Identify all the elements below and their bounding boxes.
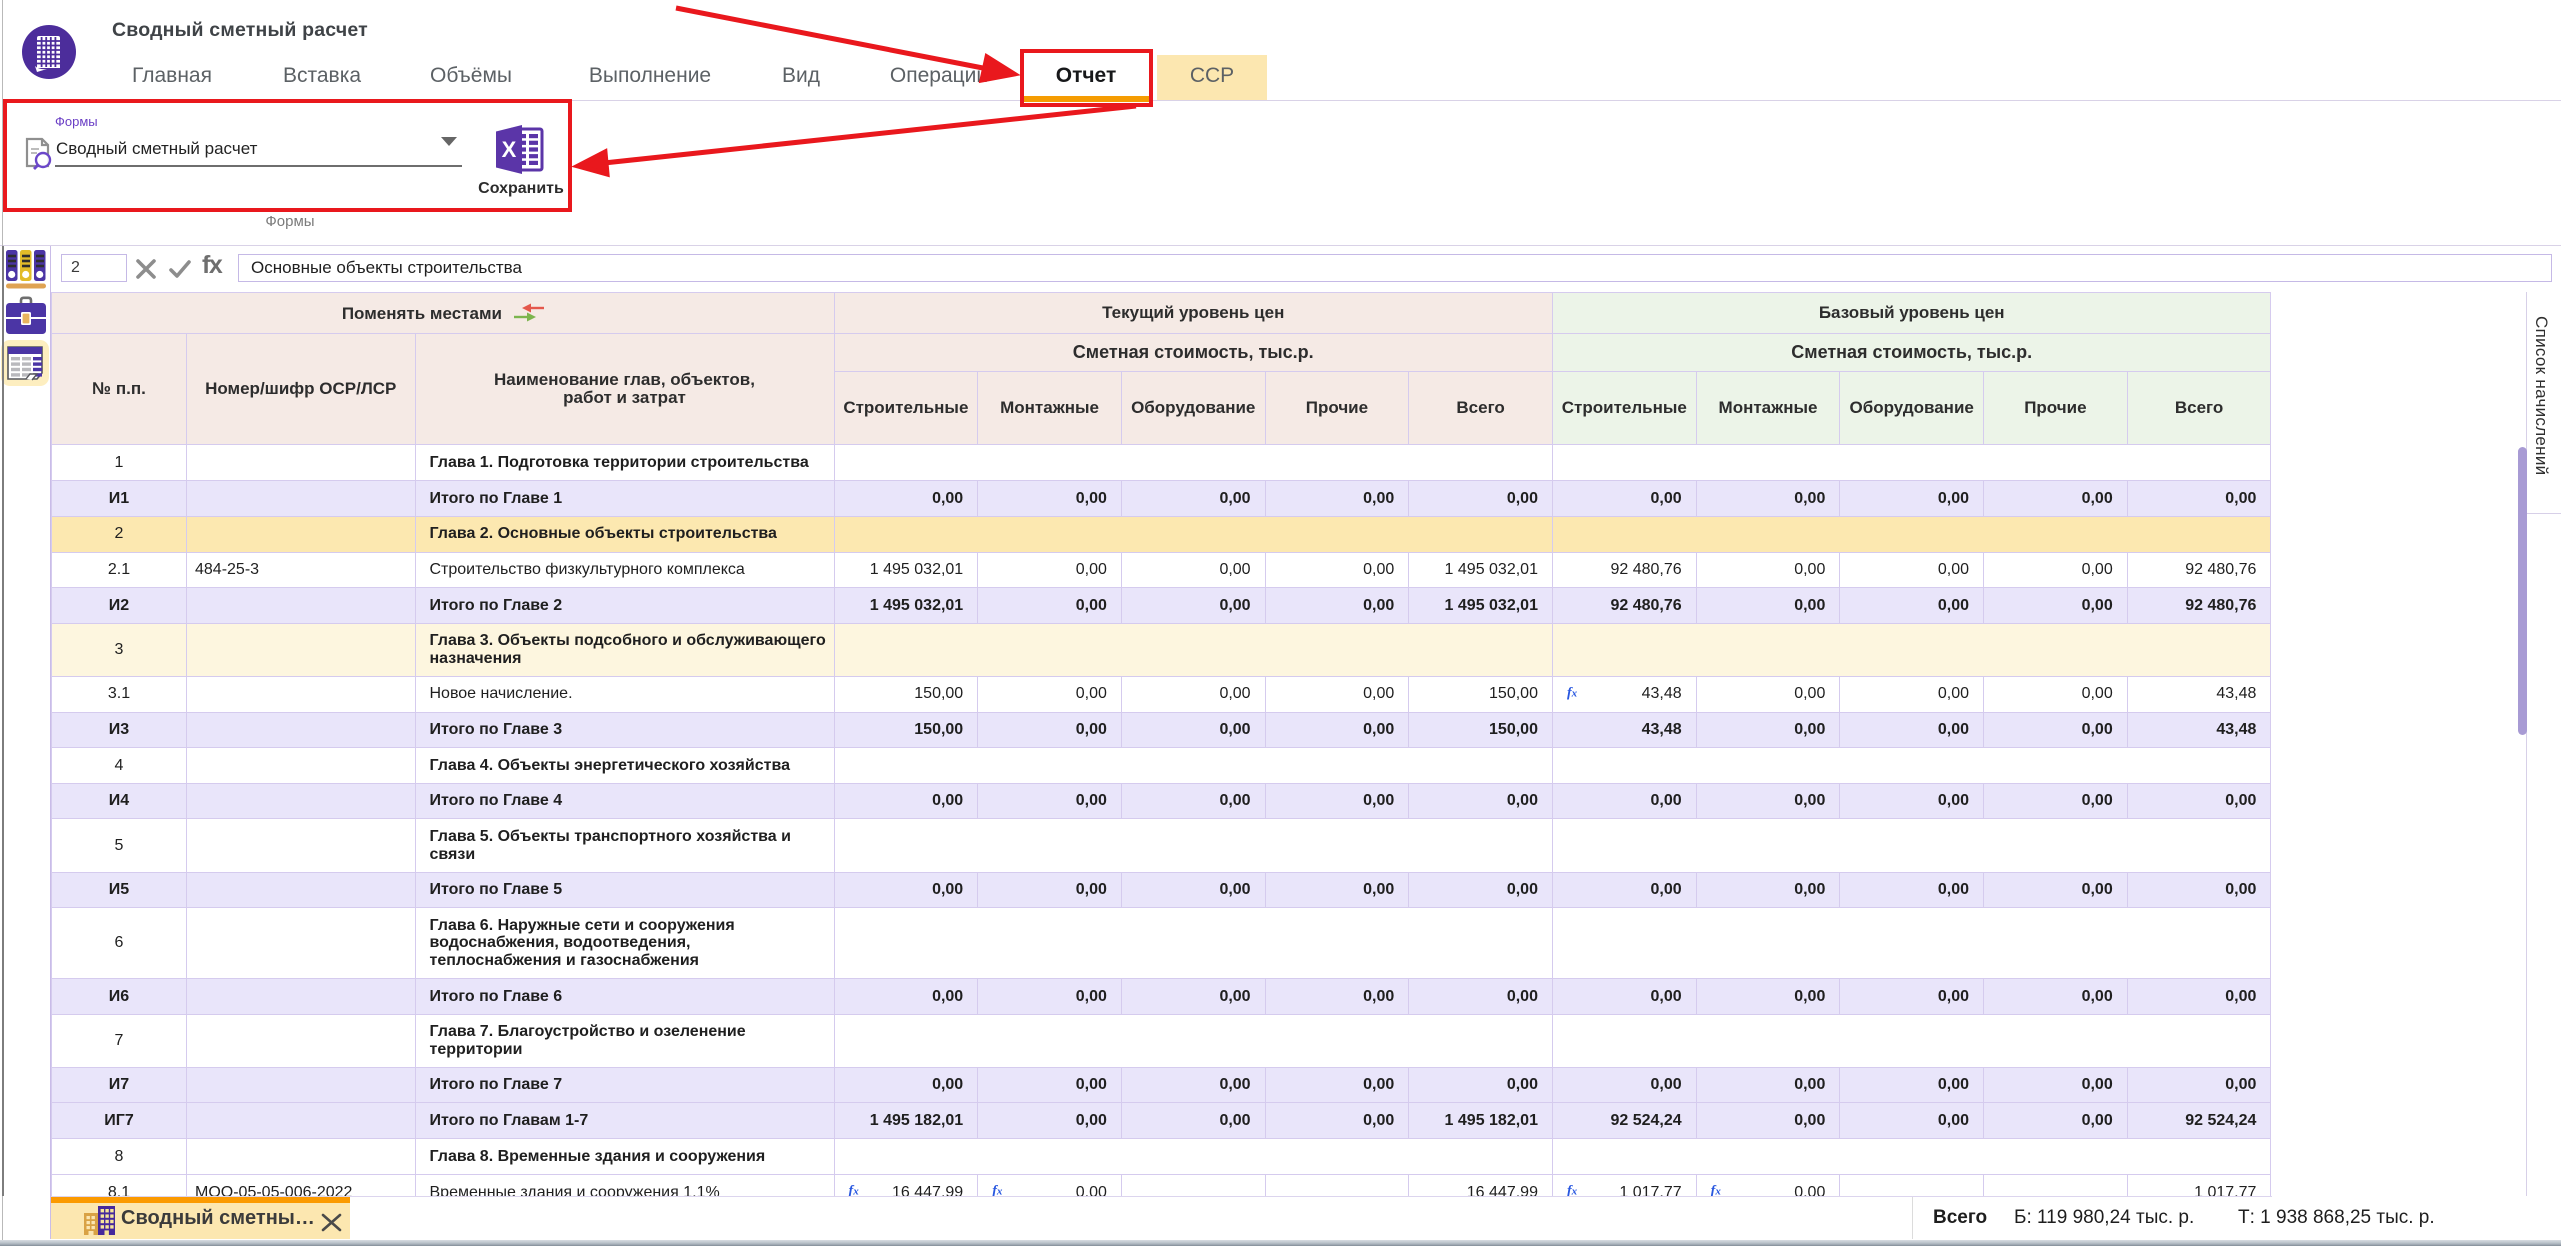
svg-text:X: X bbox=[502, 137, 517, 162]
